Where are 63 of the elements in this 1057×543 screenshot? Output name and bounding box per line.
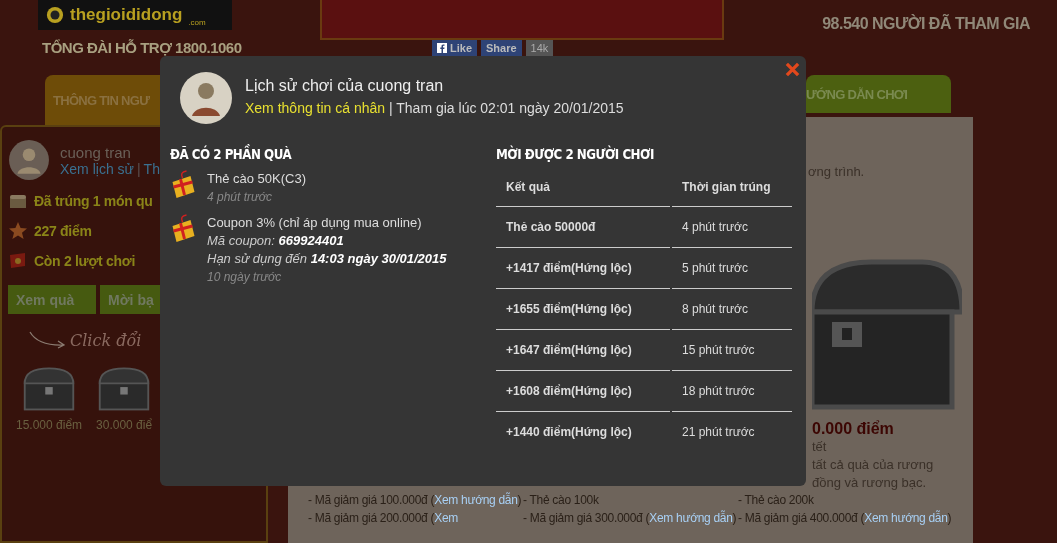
hotline-text: TỔNG ĐÀI HỖ TRỢ 1800.1060 bbox=[42, 39, 243, 56]
participants-count: 98.540 NGƯỜI ĐÃ THAM GIA bbox=[822, 15, 1030, 34]
prize-item: - Thẻ cào 200k bbox=[738, 492, 815, 509]
chest-price: 15.000 điểm bbox=[16, 418, 83, 432]
link-separator: | bbox=[136, 160, 141, 177]
guide-link[interactable]: Xem bbox=[434, 511, 458, 525]
table-cell: 21 phút trước bbox=[682, 425, 755, 439]
table-cell: +1655 điểm(Hứng lộc) bbox=[506, 302, 632, 316]
gift-detail: Mã coupon: 669924401 bbox=[207, 232, 345, 250]
logo[interactable]: thegioididong .com bbox=[38, 0, 232, 30]
prize-item: - Mã giảm giá 200.000đ (Xem bbox=[308, 510, 459, 527]
guide-link[interactable]: Xem hướng dẫn bbox=[434, 493, 518, 507]
section-heading: MỜI ĐƯỢC 2 NGƯỜI CHƠI bbox=[496, 146, 655, 162]
column-header: Thời gian trúng bbox=[682, 180, 771, 194]
gift-time: 4 phút trước bbox=[207, 189, 273, 206]
like-count[interactable]: 14k bbox=[525, 40, 554, 56]
star-icon bbox=[8, 221, 28, 241]
table-cell: 5 phút trước bbox=[682, 261, 748, 275]
dialog-title: Lịch sử chơi của cuong tran bbox=[245, 77, 445, 95]
tab[interactable]: ƯỚNG DẪN CHƠI bbox=[806, 75, 951, 113]
table-cell: 4 phút trước bbox=[682, 220, 748, 234]
table-cell: +1608 điểm(Hứng lộc) bbox=[506, 384, 632, 398]
table-cell: 18 phút trước bbox=[682, 384, 755, 398]
column-header: Kết quả bbox=[506, 180, 550, 194]
chest-price: 30.000 điể bbox=[96, 418, 153, 432]
close-icon[interactable] bbox=[785, 62, 800, 77]
gift-name: Thẻ cào 50K(C3) bbox=[207, 170, 306, 188]
profile-link[interactable]: Xem lịch sử bbox=[60, 160, 134, 177]
facebook-icon bbox=[437, 43, 447, 53]
prize-item: - Mã giảm giá 300.000đ (Xem hướng dẫn) bbox=[523, 509, 735, 527]
avatar bbox=[180, 72, 232, 124]
gift-name: Coupon 3% (chỉ áp dụng mua online) bbox=[207, 214, 423, 232]
guide-link[interactable]: Xem hướng dẫn bbox=[864, 511, 948, 525]
stat-text: 227 điểm bbox=[34, 223, 92, 239]
like-button[interactable]: Like bbox=[432, 40, 477, 56]
user-name: cuong tran bbox=[60, 143, 132, 161]
table-cell: +1440 điểm(Hứng lộc) bbox=[506, 425, 632, 439]
flag-icon bbox=[8, 251, 28, 271]
prize-title: 0.000 điểm bbox=[812, 420, 895, 438]
stat-text: Đã trúng 1 món qu bbox=[34, 193, 153, 209]
chest-drawing[interactable] bbox=[21, 364, 77, 412]
table-cell: +1417 điểm(Hứng lộc) bbox=[506, 261, 632, 275]
stat-text: Còn 2 lượt chơi bbox=[34, 253, 135, 269]
prize-item: - Mã giảm giá 400.000đ (Xem hướng dẫn) bbox=[738, 509, 950, 527]
table-cell: Thẻ cào 50000đ bbox=[506, 220, 596, 234]
share-button[interactable]: Share bbox=[481, 40, 522, 56]
avatar bbox=[8, 139, 50, 181]
table-cell: +1647 điểm(Hứng lộc) bbox=[506, 343, 632, 357]
table-cell: 8 phút trước bbox=[682, 302, 748, 316]
profile-link[interactable]: Xem thông tin cá nhân bbox=[245, 100, 386, 116]
prize-item: - Thẻ cào 100k bbox=[523, 492, 600, 509]
gift-icon bbox=[170, 170, 197, 200]
section-heading: ĐÃ CÓ 2 PHẦN QUÀ bbox=[170, 146, 293, 162]
profile-link[interactable]: Th bbox=[143, 160, 160, 177]
guide-link[interactable]: Xem hướng dẫn bbox=[649, 511, 733, 525]
gift-icon bbox=[170, 214, 197, 244]
click-hint: Click đổi bbox=[70, 331, 142, 350]
table-cell: 15 phút trước bbox=[682, 343, 755, 357]
join-date: | Tham gia lúc 02:01 ngày 20/01/2015 bbox=[389, 100, 624, 116]
gift-time: 10 ngày trước bbox=[207, 269, 283, 286]
gift-detail: Hạn sử dụng đến 14:03 ngày 30/01/2015 bbox=[207, 250, 447, 268]
prize-item: - Mã giảm giá 100.000đ (Xem hướng dẫn) bbox=[308, 491, 520, 509]
logo-icon bbox=[46, 6, 64, 24]
